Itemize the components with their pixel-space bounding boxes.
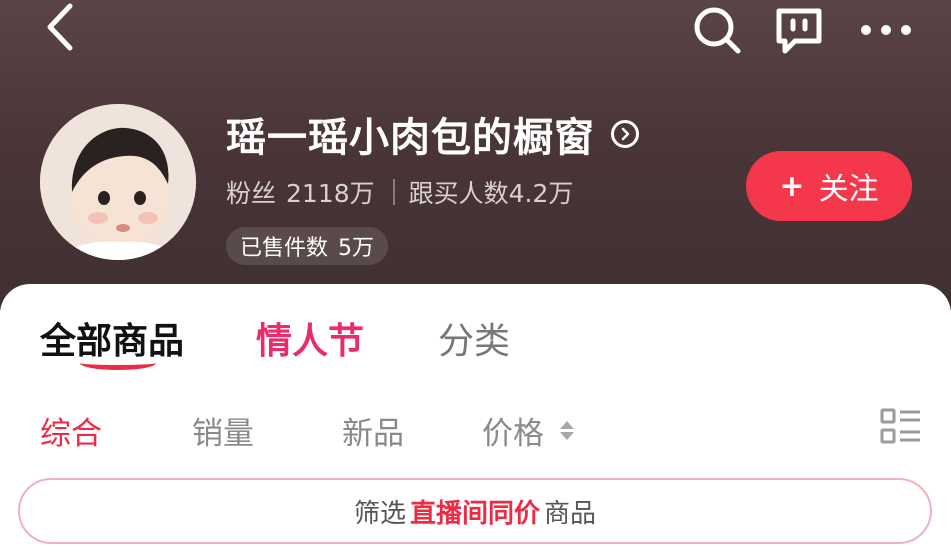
- sort-comprehensive-label: 综合: [40, 416, 102, 452]
- sold-label: 已售件数: [240, 236, 329, 261]
- sort-price[interactable]: 价格: [482, 408, 574, 453]
- chat-icon: [776, 8, 822, 54]
- followers-buy-label: 跟买人数: [408, 179, 509, 208]
- product-sheet: 全部商品 情人节 分类 综合 销量 新品 价格 筛选 直播间同价 商品: [0, 284, 951, 556]
- more-button[interactable]: [850, 2, 922, 58]
- store-name-text: 瑶一瑶小肉包的橱窗: [226, 115, 595, 161]
- filter-prefix: 筛选: [353, 498, 406, 529]
- search-icon: [694, 7, 741, 54]
- list-layout-icon: [880, 408, 920, 444]
- stats-divider: [392, 179, 395, 205]
- baby-avatar-image: [40, 104, 196, 260]
- chat-button[interactable]: [768, 2, 830, 58]
- tab-category[interactable]: 分类: [438, 312, 510, 364]
- follow-label: 关注: [818, 172, 879, 207]
- chevron-left-icon: [47, 3, 73, 51]
- live-price-filter-button[interactable]: 筛选 直播间同价 商品: [18, 478, 932, 544]
- store-header: 瑶一瑶小肉包的橱窗 粉丝 2118万 跟买人数 4.2万 已售件数 5万 + 关…: [0, 0, 951, 310]
- sort-bar: 综合 销量 新品 价格: [0, 394, 951, 454]
- sort-price-label: 价格: [482, 416, 544, 452]
- sort-new[interactable]: 新品: [342, 408, 404, 453]
- followers-buy-count: 4.2万: [508, 179, 574, 208]
- sort-comprehensive[interactable]: 综合: [40, 408, 102, 453]
- more-icon: [861, 25, 911, 35]
- sold-count: 5万: [338, 236, 375, 261]
- sold-count-badge: 已售件数 5万: [226, 227, 389, 265]
- store-stats: 粉丝 2118万 跟买人数 4.2万: [226, 172, 573, 212]
- sort-arrows-icon: [560, 421, 574, 440]
- tab-all-products[interactable]: 全部商品: [40, 312, 184, 370]
- sort-sales[interactable]: 销量: [192, 408, 254, 453]
- store-name[interactable]: 瑶一瑶小肉包的橱窗: [226, 108, 639, 161]
- filter-suffix: 商品: [544, 498, 597, 529]
- follow-button[interactable]: + 关注: [746, 151, 912, 221]
- tab-valentines-day[interactable]: 情人节: [256, 312, 364, 364]
- filter-highlight: 直播间同价: [409, 498, 540, 529]
- avatar[interactable]: [40, 104, 196, 260]
- fans-label: 粉丝: [226, 179, 277, 208]
- tab-valentines-day-label: 情人节: [256, 321, 365, 362]
- active-tab-indicator: [80, 356, 156, 370]
- chevron-right-circle-icon[interactable]: [611, 120, 639, 148]
- sort-sales-label: 销量: [192, 416, 254, 452]
- sort-new-label: 新品: [342, 416, 404, 452]
- search-button[interactable]: [688, 2, 746, 58]
- tab-category-label: 分类: [438, 321, 511, 362]
- fans-count: 2118万: [286, 179, 375, 208]
- layout-toggle-button[interactable]: [880, 408, 922, 446]
- plus-icon: +: [779, 168, 805, 204]
- back-button[interactable]: [28, 0, 88, 54]
- main-tabs: 全部商品 情人节 分类: [0, 284, 951, 390]
